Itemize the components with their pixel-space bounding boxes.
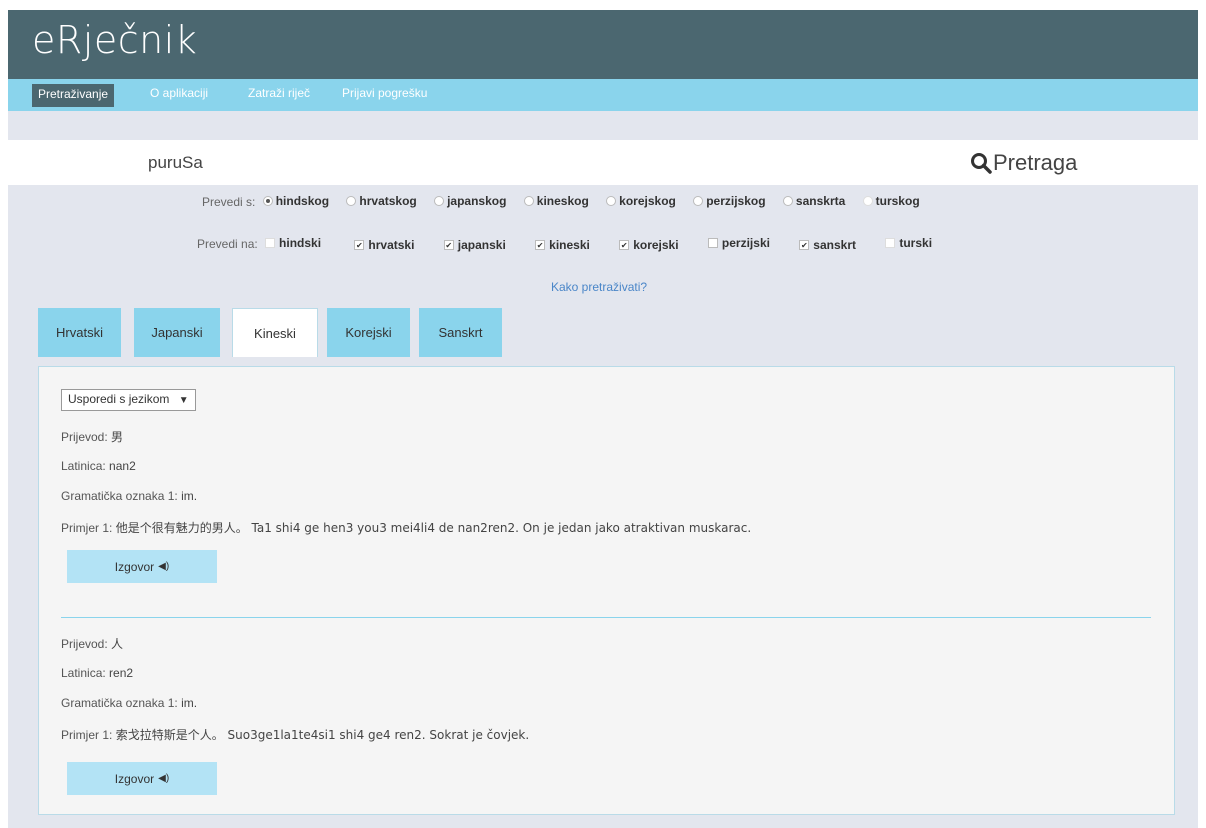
search-icon bbox=[970, 152, 992, 174]
radio-icon bbox=[262, 196, 273, 206]
compare-language-select[interactable]: Usporedi s jezikom ▼ bbox=[61, 389, 196, 411]
entry-translation: Prijevod: 人 bbox=[61, 637, 124, 651]
from-option-hindi[interactable]: hindskog bbox=[262, 194, 329, 208]
how-to-search-link[interactable]: Kako pretraživati? bbox=[551, 280, 647, 294]
from-option-sanskrit[interactable]: sanskrta bbox=[782, 194, 845, 208]
speaker-icon: ◀) bbox=[158, 773, 170, 784]
tab-japanese[interactable]: Japanski bbox=[134, 308, 220, 357]
radio-icon bbox=[523, 196, 534, 206]
app-header: eRječnik bbox=[8, 10, 1198, 79]
from-option-japanese[interactable]: japanskog bbox=[434, 194, 506, 208]
radio-icon bbox=[434, 196, 445, 206]
to-option-japanese[interactable]: ✔ japanski bbox=[443, 238, 506, 252]
to-option-turkish[interactable]: turski bbox=[885, 236, 932, 250]
entry-example: Primjer 1: 索戈拉特斯是个人。 Suo3ge1la1te4si1 sh… bbox=[61, 728, 530, 742]
main-nav: Pretraživanje O aplikaciji Zatraži riječ… bbox=[8, 79, 1198, 111]
from-option-turkish[interactable]: turskog bbox=[862, 194, 920, 208]
entry-grammar: Gramatička oznaka 1: im. bbox=[61, 696, 198, 710]
nav-item-search[interactable]: Pretraživanje bbox=[32, 84, 115, 107]
app-logo[interactable]: eRječnik bbox=[32, 18, 197, 62]
from-option-persian[interactable]: perzijskog bbox=[693, 194, 766, 208]
from-option-korean[interactable]: korejskog bbox=[606, 194, 676, 208]
checkbox-icon bbox=[885, 238, 896, 248]
tab-chinese[interactable]: Kineski bbox=[232, 308, 318, 357]
radio-icon bbox=[862, 196, 873, 206]
results-panel: Usporedi s jezikom ▼ Prijevod: 男 Latinic… bbox=[38, 366, 1175, 815]
pronunciation-button[interactable]: Izgovor ◀) bbox=[67, 762, 217, 795]
from-option-croatian[interactable]: hrvatskog bbox=[346, 194, 417, 208]
to-option-hindi[interactable]: hindski bbox=[265, 236, 321, 250]
translate-to-label: Prevedi na: bbox=[197, 237, 258, 251]
chevron-down-icon: ▼ bbox=[178, 395, 189, 406]
tab-sanskrit[interactable]: Sanskrt bbox=[419, 308, 502, 357]
checkbox-checked-icon: ✔ bbox=[619, 240, 630, 250]
checkbox-checked-icon: ✔ bbox=[354, 240, 365, 250]
tab-croatian[interactable]: Hrvatski bbox=[38, 308, 121, 357]
to-option-chinese[interactable]: ✔ kineski bbox=[535, 238, 590, 252]
checkbox-checked-icon: ✔ bbox=[443, 240, 454, 250]
radio-icon bbox=[606, 196, 617, 206]
nav-item-about[interactable]: O aplikaciji bbox=[150, 86, 208, 100]
radio-icon bbox=[782, 196, 793, 206]
checkbox-checked-icon: ✔ bbox=[535, 240, 546, 250]
to-option-croatian[interactable]: ✔ hrvatski bbox=[354, 238, 414, 252]
entry-divider bbox=[61, 617, 1151, 618]
search-bar: Pretraga bbox=[8, 140, 1198, 185]
radio-icon bbox=[346, 196, 357, 206]
translate-from-row: Prevedi s: hindskog hrvatskog japanskog … bbox=[202, 194, 934, 209]
entry-grammar: Gramatička oznaka 1: im. bbox=[61, 489, 198, 503]
translate-from-label: Prevedi s: bbox=[202, 195, 256, 209]
compare-select-label: Usporedi s jezikom bbox=[68, 392, 170, 406]
search-input[interactable] bbox=[148, 150, 848, 176]
page: eRječnik Pretraživanje O aplikaciji Zatr… bbox=[8, 10, 1198, 828]
to-option-korean[interactable]: ✔ korejski bbox=[619, 238, 679, 252]
speaker-icon: ◀) bbox=[158, 561, 170, 572]
nav-item-request-word[interactable]: Zatraži riječ bbox=[248, 86, 310, 100]
translate-to-row: Prevedi na: hindski ✔ hrvatski ✔ japanski … bbox=[197, 236, 946, 252]
entry-latin: Latinica: ren2 bbox=[61, 666, 134, 680]
entry-translation: Prijevod: 男 bbox=[61, 430, 124, 444]
nav-item-report-error[interactable]: Prijavi pogrešku bbox=[342, 86, 427, 100]
tab-korean[interactable]: Korejski bbox=[327, 308, 410, 357]
to-option-sanskrit[interactable]: ✔ sanskrt bbox=[799, 238, 856, 252]
entry-example: Primjer 1: 他是个很有魅力的男人。 Ta1 shi4 ge hen3 … bbox=[61, 521, 752, 535]
entry-latin: Latinica: nan2 bbox=[61, 459, 136, 473]
from-option-chinese[interactable]: kineskog bbox=[523, 194, 589, 208]
search-button[interactable]: Pretraga bbox=[970, 148, 1077, 178]
radio-icon bbox=[693, 196, 704, 206]
pronunciation-button[interactable]: Izgovor ◀) bbox=[67, 550, 217, 583]
checkbox-icon bbox=[707, 238, 718, 248]
checkbox-icon bbox=[265, 238, 276, 248]
search-button-label: Pretraga bbox=[993, 150, 1078, 175]
to-option-persian[interactable]: perzijski bbox=[707, 236, 770, 250]
checkbox-checked-icon: ✔ bbox=[799, 240, 810, 250]
